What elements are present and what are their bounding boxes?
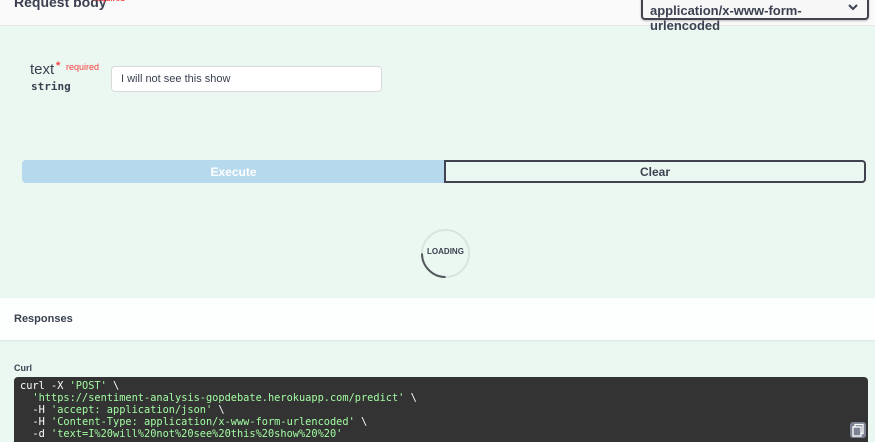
loading-spinner: LOADING bbox=[420, 228, 471, 279]
loading-text: LOADING bbox=[427, 247, 464, 256]
responses-header: Responses bbox=[0, 298, 875, 340]
curl-line: -H 'Content-Type: application/x-www-form… bbox=[20, 416, 368, 428]
clear-button[interactable]: Clear bbox=[444, 160, 866, 183]
chevron-down-icon bbox=[848, 4, 858, 11]
request-body-required-label: required bbox=[93, 0, 125, 3]
curl-line: -d 'text=I%20will%20not%20see%20this%20s… bbox=[20, 428, 343, 440]
curl-line: 'https://sentiment-analysis-gopdebate.he… bbox=[32, 392, 417, 404]
copy-icon bbox=[852, 423, 864, 437]
curl-line: curl -X 'POST' \ bbox=[20, 380, 120, 392]
curl-code-block: curl -X 'POST' \ 'https://sentiment-anal… bbox=[14, 377, 868, 442]
content-type-select[interactable]: application/x-www-form-urlencoded bbox=[641, 0, 869, 33]
responses-title: Responses bbox=[14, 313, 73, 325]
content-type-value: application/x-www-form-urlencoded bbox=[650, 3, 802, 33]
execute-button[interactable]: Execute bbox=[22, 160, 445, 183]
curl-label: Curl bbox=[14, 363, 32, 373]
param-required-label: required bbox=[66, 62, 100, 72]
text-param-input[interactable] bbox=[111, 66, 382, 92]
copy-to-clipboard-button[interactable] bbox=[850, 422, 866, 438]
param-type: string bbox=[31, 80, 71, 93]
request-body-header: Request body required application/x-www-… bbox=[0, 0, 875, 33]
param-required-star: * bbox=[56, 60, 61, 72]
curl-line: -H 'accept: application/json' \ bbox=[20, 404, 225, 416]
param-name: text bbox=[30, 61, 55, 78]
